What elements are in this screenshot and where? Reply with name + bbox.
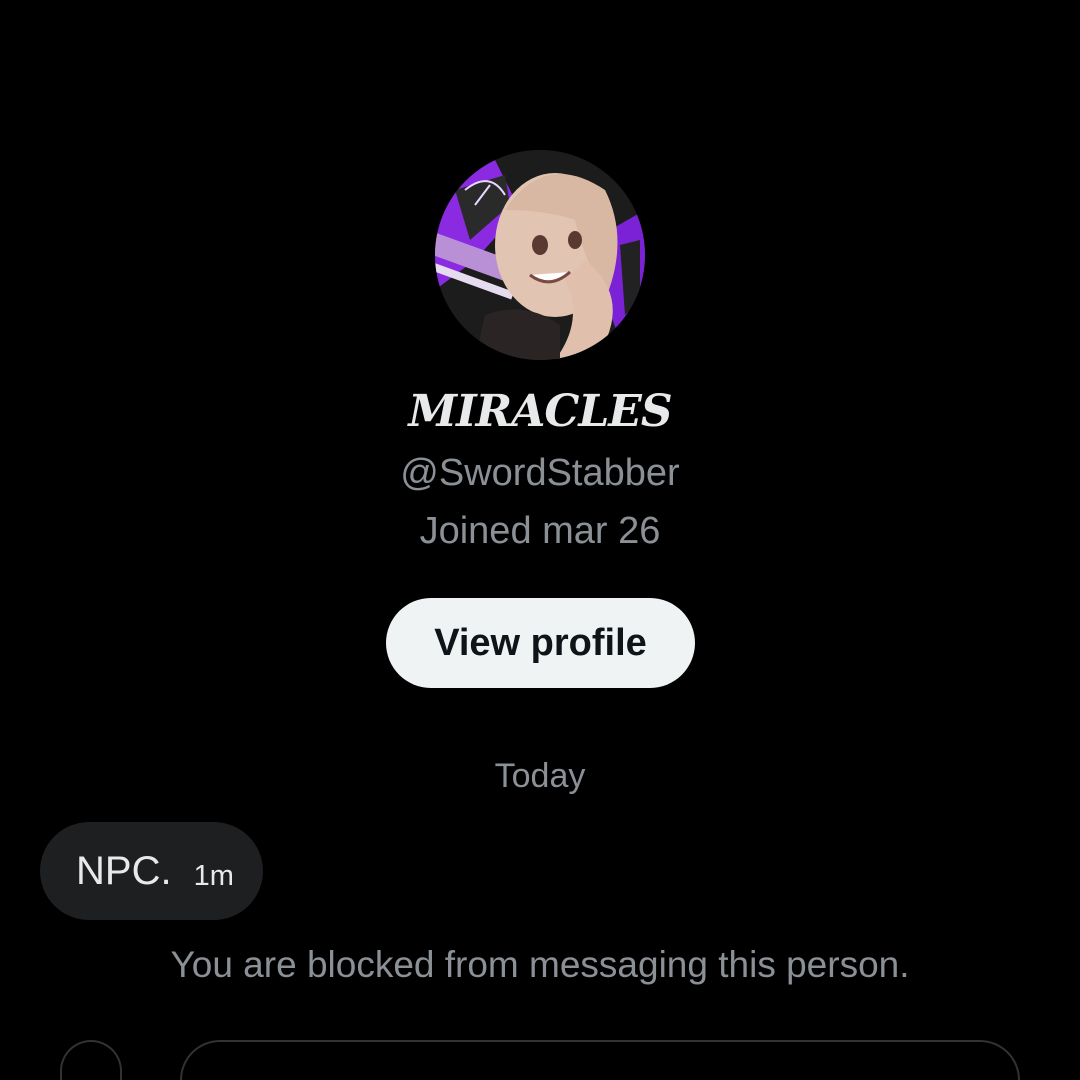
joined-date: Joined mar 26 [419, 510, 661, 552]
user-handle: @SwordStabber [400, 452, 680, 494]
message-text: NPC. [76, 848, 172, 893]
date-separator: Today [494, 757, 586, 795]
message-bubble[interactable]: NPC. 1m [40, 822, 263, 920]
display-name: MIRACLES [408, 386, 672, 437]
message-timestamp: 1m [193, 859, 234, 892]
profile-avatar[interactable] [435, 150, 645, 360]
view-profile-button[interactable]: View profile [386, 598, 695, 688]
blocked-notice: You are blocked from messaging this pers… [170, 944, 910, 985]
message-composer[interactable] [180, 1040, 1020, 1080]
composer-icon-button[interactable] [60, 1040, 122, 1080]
avatar-image [435, 150, 645, 360]
